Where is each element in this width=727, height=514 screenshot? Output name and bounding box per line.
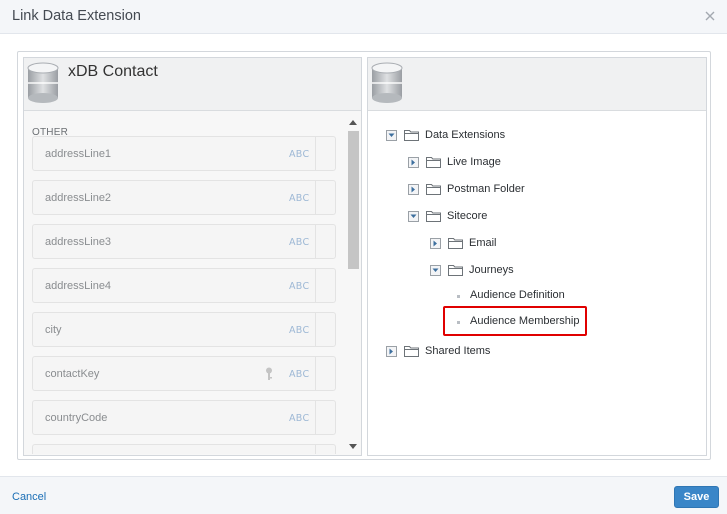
tree-toggle[interactable]	[408, 211, 419, 222]
folder-icon	[448, 238, 463, 249]
database-icon	[371, 62, 403, 103]
scrollbar[interactable]	[346, 115, 360, 454]
target-panel-header	[368, 58, 706, 111]
target-panel: Data Extensions Live Image Postman Folder S…	[367, 57, 707, 456]
save-button[interactable]: Save	[674, 486, 719, 508]
leaf-bullet	[457, 295, 460, 298]
tree-leaf[interactable]: Audience Definition	[451, 289, 651, 305]
field-list[interactable]: addressLine1 ABC addressLine2 ABC addressLin…	[24, 136, 346, 454]
field-type-badge: ABC	[289, 281, 310, 292]
source-panel: xDB Contact OTHER addressLine1 ABC address…	[23, 57, 362, 456]
field-item[interactable]: contactKey ABC	[32, 356, 336, 391]
field-type-badge: ABC	[289, 325, 310, 336]
folder-icon	[404, 130, 419, 141]
expand-icon[interactable]	[388, 348, 395, 355]
tree-folder[interactable]: Journeys	[430, 264, 630, 280]
field-name: addressLine1	[45, 148, 112, 160]
field-item[interactable]	[32, 444, 336, 454]
tree-toggle[interactable]	[386, 130, 397, 141]
field-divider	[315, 401, 316, 434]
field-divider	[315, 225, 316, 258]
tree-folder[interactable]: Live Image	[408, 156, 608, 172]
tree-toggle[interactable]	[430, 265, 441, 276]
tree-folder-label: Live Image	[447, 156, 501, 168]
tree-folder-label: Data Extensions	[425, 129, 506, 141]
field-name: city	[45, 324, 62, 336]
tree-folder[interactable]: Postman Folder	[408, 183, 608, 199]
collapse-icon[interactable]	[410, 213, 417, 220]
field-item[interactable]: city ABC	[32, 312, 336, 347]
field-divider	[315, 181, 316, 214]
field-item[interactable]: addressLine4 ABC	[32, 268, 336, 303]
scroll-up-icon[interactable]	[349, 120, 357, 125]
field-type-badge: ABC	[289, 369, 310, 380]
tree-folder-label: Shared Items	[425, 345, 491, 357]
cancel-button[interactable]: Cancel	[12, 491, 46, 503]
key-icon	[266, 367, 272, 380]
expand-icon[interactable]	[432, 240, 439, 247]
field-divider	[315, 137, 316, 170]
dialog-body: xDB Contact OTHER addressLine1 ABC address…	[17, 51, 711, 460]
field-type-badge: ABC	[289, 149, 310, 160]
tree-folder[interactable]: Sitecore	[408, 210, 608, 226]
field-name: countryCode	[45, 412, 108, 424]
expand-icon[interactable]	[410, 186, 417, 193]
field-name: addressLine4	[45, 280, 112, 292]
field-type-badge: ABC	[289, 193, 310, 204]
collapse-icon[interactable]	[388, 132, 395, 139]
selection-highlight	[443, 306, 587, 336]
tree-toggle[interactable]	[408, 157, 419, 168]
field-divider	[315, 269, 316, 302]
tree-folder[interactable]: Email	[430, 237, 630, 253]
source-panel-header: xDB Contact	[24, 58, 361, 111]
tree-toggle[interactable]	[386, 346, 397, 357]
tree-leaf-label: Audience Definition	[470, 289, 565, 301]
tree-folder-label: Journeys	[469, 264, 514, 276]
scrollbar-thumb[interactable]	[348, 131, 359, 269]
field-divider	[315, 357, 316, 390]
source-panel-title: xDB Contact	[68, 63, 158, 80]
field-item[interactable]: addressLine3 ABC	[32, 224, 336, 259]
field-divider	[315, 313, 316, 346]
field-name: addressLine2	[45, 192, 112, 204]
scroll-down-icon[interactable]	[349, 444, 357, 449]
folder-icon	[426, 157, 441, 168]
field-name: contactKey	[45, 368, 100, 380]
collapse-icon[interactable]	[432, 267, 439, 274]
field-item[interactable]: countryCode ABC	[32, 400, 336, 435]
folder-icon	[426, 184, 441, 195]
dialog-header: Link Data Extension	[0, 0, 727, 34]
tree-folder-label: Sitecore	[447, 210, 488, 222]
folder-icon	[404, 346, 419, 357]
database-icon	[27, 62, 59, 103]
field-item[interactable]: addressLine1 ABC	[32, 136, 336, 171]
tree-folder-label: Email	[469, 237, 497, 249]
tree-folder-label: Postman Folder	[447, 183, 525, 195]
field-type-badge: ABC	[289, 237, 310, 248]
folder-icon	[448, 265, 463, 276]
tree-toggle[interactable]	[430, 238, 441, 249]
tree-folder[interactable]: Data Extensions	[386, 129, 586, 145]
field-item[interactable]: addressLine2 ABC	[32, 180, 336, 215]
field-type-badge: ABC	[289, 413, 310, 424]
close-icon[interactable]	[703, 9, 717, 23]
folder-icon	[426, 211, 441, 222]
tree-folder[interactable]: Shared Items	[386, 345, 586, 361]
field-divider	[315, 445, 316, 454]
dialog-title: Link Data Extension	[12, 8, 141, 24]
field-name: addressLine3	[45, 236, 112, 248]
dialog-footer: Cancel Save	[0, 476, 727, 514]
expand-icon[interactable]	[410, 159, 417, 166]
tree-toggle[interactable]	[408, 184, 419, 195]
